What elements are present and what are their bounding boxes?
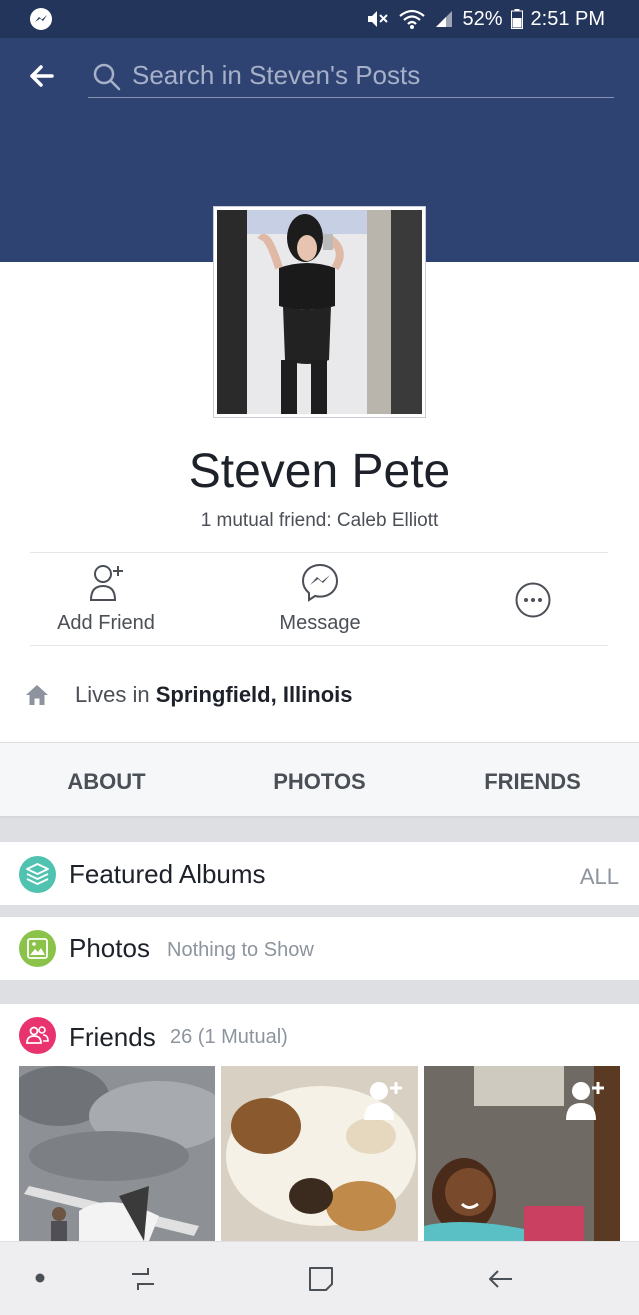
search-input[interactable]: Search in Steven's Posts xyxy=(88,56,614,98)
photos-subtitle: Nothing to Show xyxy=(167,939,314,961)
section-separator xyxy=(0,980,639,1004)
wifi-icon xyxy=(399,9,426,29)
profile-picture[interactable] xyxy=(214,207,425,417)
featured-albums-title: Featured Albums xyxy=(69,859,266,889)
back-arrow-icon[interactable] xyxy=(24,60,64,92)
tab-about[interactable]: ABOUT xyxy=(0,743,213,817)
messenger-notification-icon xyxy=(30,8,52,30)
add-friend-icon xyxy=(89,565,123,601)
search-icon xyxy=(93,63,121,91)
section-separator xyxy=(0,905,639,917)
tab-photos[interactable]: PHOTOS xyxy=(213,743,426,817)
friends-title: Friends xyxy=(69,1022,156,1052)
albums-all-link[interactable]: ALL xyxy=(580,864,619,890)
mute-icon xyxy=(368,11,389,27)
divider xyxy=(30,552,608,553)
status-bar: 52% 2:51 PM xyxy=(0,0,639,38)
add-friend-icon[interactable] xyxy=(564,1078,606,1120)
section-separator xyxy=(0,818,639,842)
message-button[interactable]: Message xyxy=(250,560,390,640)
more-icon xyxy=(515,582,551,618)
search-placeholder: Search in Steven's Posts xyxy=(132,60,421,90)
tab-friends[interactable]: FRIENDS xyxy=(426,743,639,817)
lives-location[interactable]: Springfield, Illinois xyxy=(156,682,353,708)
add-friend-button[interactable]: Add Friend xyxy=(36,560,176,640)
friend-photo[interactable] xyxy=(424,1066,620,1241)
divider xyxy=(30,645,608,646)
add-friend-label: Add Friend xyxy=(57,612,155,634)
home-icon xyxy=(26,685,48,705)
battery-icon xyxy=(510,9,523,29)
profile-tabs: ABOUT PHOTOS FRIENDS xyxy=(0,742,639,818)
photos-icon xyxy=(19,930,56,967)
lives-prefix: Lives in xyxy=(75,682,156,707)
messenger-icon xyxy=(301,563,339,602)
friend-photo[interactable] xyxy=(221,1066,418,1241)
recent-apps-icon[interactable] xyxy=(128,1264,158,1294)
system-navbar xyxy=(0,1241,639,1315)
friends-count: 26 (1 Mutual) xyxy=(170,1026,288,1048)
message-label: Message xyxy=(279,612,361,634)
friends-row[interactable]: Friends 26 (1 Mutual) xyxy=(0,1004,639,1066)
more-button[interactable] xyxy=(500,560,566,640)
signal-icon xyxy=(436,11,453,27)
indicator-dot-icon xyxy=(35,1273,45,1283)
albums-icon xyxy=(19,856,56,893)
friend-photo[interactable] xyxy=(19,1066,215,1241)
clock: 2:51 PM xyxy=(530,7,605,30)
home-button-icon[interactable] xyxy=(306,1264,336,1294)
featured-albums-row[interactable]: Featured Albums ALL xyxy=(0,842,639,905)
back-icon[interactable] xyxy=(486,1264,516,1294)
mutual-friends-link[interactable]: 1 mutual friend: Caleb Elliott xyxy=(0,510,639,532)
photos-title: Photos xyxy=(69,933,150,963)
profile-name: Steven Pete xyxy=(188,445,451,498)
add-friend-icon[interactable] xyxy=(362,1078,404,1120)
battery-percent: 52% xyxy=(462,7,503,30)
photos-row[interactable]: Photos Nothing to Show xyxy=(0,917,639,980)
lives-in-row: Lives in Springfield, Illinois xyxy=(24,680,353,710)
friends-icon xyxy=(19,1017,56,1054)
